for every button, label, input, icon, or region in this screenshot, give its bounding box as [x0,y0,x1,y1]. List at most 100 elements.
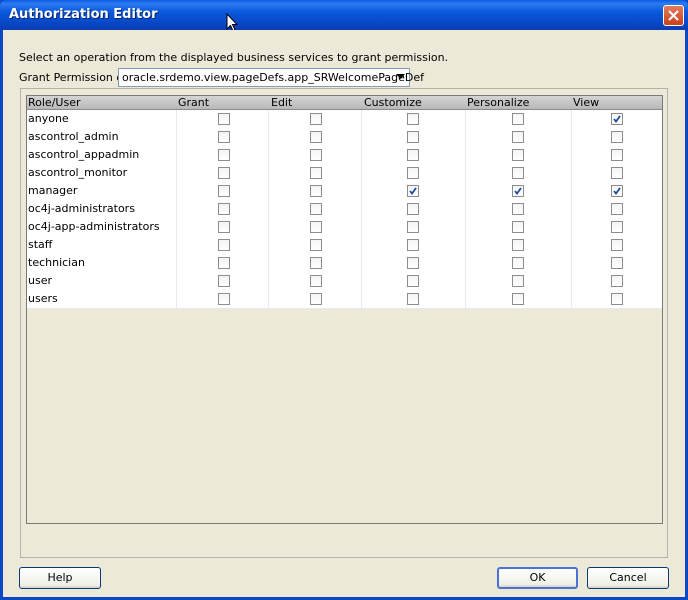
column-header-customize[interactable]: Customize [364,96,422,109]
edit-checkbox[interactable] [310,221,322,233]
column-header-grant[interactable]: Grant [178,96,209,109]
grant-checkbox[interactable] [218,167,230,179]
role-user-cell: ascontrol_monitor [28,166,128,179]
column-header-edit[interactable]: Edit [271,96,292,109]
edit-checkbox[interactable] [310,131,322,143]
grant-checkbox[interactable] [218,239,230,251]
customize-checkbox[interactable] [407,257,419,269]
grant-checkbox[interactable] [218,221,230,233]
table-row[interactable]: manager [27,182,662,201]
grant-checkbox[interactable] [218,275,230,287]
customize-checkbox[interactable] [407,113,419,125]
column-header-view[interactable]: View [573,96,599,109]
personalize-checkbox[interactable] [512,149,524,161]
edit-checkbox[interactable] [310,113,322,125]
edit-checkbox[interactable] [310,185,322,197]
grant-checkbox[interactable] [218,149,230,161]
column-divider [361,146,362,164]
view-checkbox[interactable] [611,239,623,251]
personalize-checkbox[interactable] [512,167,524,179]
table-row[interactable]: anyone [27,110,662,129]
ok-button[interactable]: OK [497,567,578,589]
column-divider [465,254,466,272]
role-user-cell: users [28,292,58,305]
grant-checkbox[interactable] [218,257,230,269]
close-button[interactable] [663,5,684,26]
role-user-cell: staff [28,238,53,251]
customize-checkbox[interactable] [407,293,419,305]
view-checkbox[interactable] [611,131,623,143]
grant-permission-dropdown[interactable]: oracle.srdemo.view.pageDefs.app_SRWelcom… [118,68,424,87]
column-divider [571,110,572,128]
column-divider [268,290,269,308]
column-header-personalize[interactable]: Personalize [467,96,529,109]
table-row[interactable]: ascontrol_appadmin [27,146,662,165]
customize-checkbox[interactable] [407,275,419,287]
customize-checkbox[interactable] [407,239,419,251]
view-checkbox[interactable] [611,293,623,305]
customize-checkbox[interactable] [407,203,419,215]
cancel-button[interactable]: Cancel [587,567,669,589]
checkmark-icon [613,187,621,195]
edit-checkbox[interactable] [310,149,322,161]
personalize-checkbox[interactable] [512,113,524,125]
column-divider [465,182,466,200]
column-header-role[interactable]: Role/User [28,96,80,109]
table-row[interactable]: users [27,290,662,309]
table-row[interactable]: oc4j-app-administrators [27,218,662,237]
view-checkbox[interactable] [611,113,623,125]
personalize-checkbox[interactable] [512,293,524,305]
column-divider [361,236,362,254]
personalize-checkbox[interactable] [512,203,524,215]
table-header: Role/User Grant Edit Customize Personali… [27,96,662,110]
edit-checkbox[interactable] [310,275,322,287]
customize-checkbox[interactable] [407,167,419,179]
view-checkbox[interactable] [611,203,623,215]
view-checkbox[interactable] [611,149,623,161]
table-row[interactable]: ascontrol_admin [27,128,662,147]
column-divider [268,236,269,254]
personalize-checkbox[interactable] [512,221,524,233]
view-checkbox[interactable] [611,185,623,197]
grant-checkbox[interactable] [218,185,230,197]
personalize-checkbox[interactable] [512,257,524,269]
view-checkbox[interactable] [611,257,623,269]
table-row[interactable]: oc4j-administrators [27,200,662,219]
table-row[interactable]: ascontrol_monitor [27,164,662,183]
grant-checkbox[interactable] [218,203,230,215]
customize-checkbox[interactable] [407,131,419,143]
column-divider [465,290,466,308]
table-row[interactable]: staff [27,236,662,255]
personalize-checkbox[interactable] [512,131,524,143]
personalize-checkbox[interactable] [512,185,524,197]
personalize-checkbox[interactable] [512,275,524,287]
edit-checkbox[interactable] [310,203,322,215]
grant-checkbox[interactable] [218,131,230,143]
grant-checkbox[interactable] [218,293,230,305]
column-divider [571,182,572,200]
customize-checkbox[interactable] [407,221,419,233]
column-divider [176,290,177,308]
grant-checkbox[interactable] [218,113,230,125]
column-divider [465,236,466,254]
column-divider [268,128,269,146]
customize-checkbox[interactable] [407,149,419,161]
edit-checkbox[interactable] [310,167,322,179]
view-checkbox[interactable] [611,221,623,233]
personalize-checkbox[interactable] [512,239,524,251]
title-bar[interactable]: Authorization Editor [0,0,688,30]
column-divider [361,200,362,218]
view-checkbox[interactable] [611,275,623,287]
customize-checkbox[interactable] [407,185,419,197]
column-divider [268,200,269,218]
column-divider [176,146,177,164]
edit-checkbox[interactable] [310,239,322,251]
view-checkbox[interactable] [611,167,623,179]
edit-checkbox[interactable] [310,257,322,269]
table-row[interactable]: user [27,272,662,291]
edit-checkbox[interactable] [310,293,322,305]
help-button[interactable]: Help [19,567,101,589]
table-row[interactable]: technician [27,254,662,273]
column-divider [268,110,269,128]
permissions-table[interactable]: Role/User Grant Edit Customize Personali… [26,95,663,524]
